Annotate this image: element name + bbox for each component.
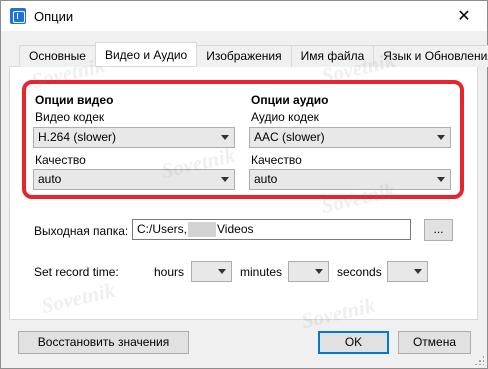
seconds-select[interactable]: [387, 261, 428, 282]
chevron-down-icon: [218, 269, 226, 274]
tab-general[interactable]: Основные: [19, 45, 96, 67]
redacted-username: [188, 222, 217, 238]
highlight-frame: [22, 80, 464, 199]
tab-strip: Основные Видео и Аудио Изображения Имя ф…: [19, 42, 488, 67]
hours-label: hours: [154, 265, 185, 279]
output-folder-input[interactable]: C:/Users, Videos: [132, 219, 411, 240]
tab-language-updates[interactable]: Язык и Обновления: [373, 45, 488, 67]
window-title: Опции: [34, 9, 74, 24]
cancel-button[interactable]: Отмена: [398, 331, 471, 354]
tab-images[interactable]: Изображения: [196, 45, 292, 67]
hours-select[interactable]: [191, 261, 232, 282]
tab-video-audio[interactable]: Видео и Аудио: [94, 42, 198, 66]
output-path-prefix: C:/Users,: [137, 222, 188, 236]
title-bar: Опции ✕: [1, 1, 487, 31]
output-folder-label: Выходная папка:: [34, 224, 129, 238]
close-icon: ✕: [457, 8, 471, 25]
chevron-down-icon: [315, 269, 323, 274]
options-dialog: Опции ✕ Основные Видео и Аудио Изображен…: [0, 0, 488, 369]
seconds-label: seconds: [337, 265, 382, 279]
tab-file-name[interactable]: Имя файла: [290, 45, 375, 67]
minutes-select[interactable]: [288, 261, 329, 282]
ok-button[interactable]: OK: [318, 331, 389, 354]
minutes-label: minutes: [240, 265, 283, 279]
app-icon: [10, 8, 26, 24]
browse-button[interactable]: ...: [424, 219, 453, 241]
record-time-label: Set record time:: [34, 265, 119, 279]
restore-defaults-button[interactable]: Восстановить значения: [18, 331, 189, 354]
resize-grip-icon[interactable]: [474, 355, 484, 365]
output-path-suffix: Videos: [217, 222, 254, 236]
close-button[interactable]: ✕: [441, 1, 487, 31]
chevron-down-icon: [414, 269, 422, 274]
